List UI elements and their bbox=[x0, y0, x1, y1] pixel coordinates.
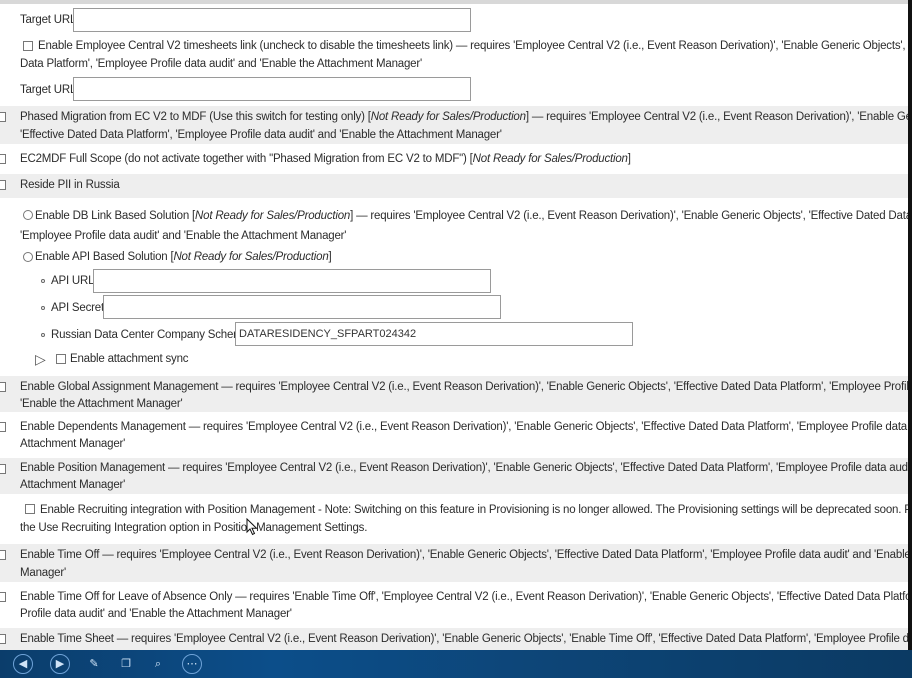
time-off-text-line2: Manager' bbox=[20, 567, 66, 579]
provisioning-settings-page: Target URL Enable Employee Central V2 ti… bbox=[0, 0, 908, 650]
global-assignment-checkbox[interactable] bbox=[0, 382, 6, 392]
ec2mdf-checkbox[interactable] bbox=[0, 154, 6, 164]
top-cut-strip bbox=[0, 0, 908, 4]
dependents-checkbox[interactable] bbox=[0, 422, 6, 432]
more-icon[interactable]: ⋯ bbox=[182, 654, 202, 674]
time-sheet-checkbox[interactable] bbox=[0, 634, 6, 644]
schema-row: Russian Data Center Company Schema bbox=[0, 322, 908, 348]
reside-pii-row: Reside PII in Russia bbox=[0, 174, 908, 198]
pointer-arrow-icon: ▷ bbox=[35, 351, 46, 367]
db-link-text-line2: 'Employee Profile data audit' and 'Enabl… bbox=[20, 230, 347, 242]
db-link-row: Enable DB Link Based Solution [Not Ready… bbox=[0, 206, 908, 246]
ec-timesheets-text-line2: Data Platform', 'Employee Profile data a… bbox=[20, 58, 422, 70]
mouse-cursor-icon bbox=[246, 518, 258, 536]
api-secret-label: API Secret bbox=[51, 302, 104, 314]
time-off-loa-row: Enable Time Off for Leave of Absence Onl… bbox=[0, 586, 908, 624]
api-solution-row: Enable API Based Solution [Not Ready for… bbox=[0, 248, 908, 268]
phased-migration-text-line2: 'Effective Dated Data Platform', 'Employ… bbox=[20, 129, 502, 141]
global-assignment-text-line1: Enable Global Assignment Management — re… bbox=[20, 381, 908, 393]
ec-timesheets-row: Enable Employee Central V2 timesheets li… bbox=[0, 36, 908, 74]
bullet-icon bbox=[41, 306, 45, 310]
position-management-text-line1: Enable Position Management — requires 'E… bbox=[20, 462, 908, 474]
target-url-label: Target URL bbox=[20, 84, 77, 96]
schema-label: Russian Data Center Company Schema bbox=[51, 329, 249, 341]
time-sheet-text-line1: Enable Time Sheet — requires 'Employee C… bbox=[20, 633, 908, 645]
time-sheet-row: Enable Time Sheet — requires 'Employee C… bbox=[0, 628, 908, 650]
phased-migration-checkbox[interactable] bbox=[0, 112, 6, 122]
dependents-text-line2: Attachment Manager' bbox=[20, 438, 126, 450]
api-solution-text: Enable API Based Solution [Not Ready for… bbox=[35, 251, 332, 263]
back-icon[interactable]: ◀ bbox=[13, 654, 33, 674]
recruiting-integration-text-line1: Enable Recruiting integration with Posit… bbox=[40, 504, 908, 516]
target-url-input-2[interactable] bbox=[73, 77, 471, 101]
api-url-label: API URL bbox=[51, 275, 95, 287]
bullet-icon bbox=[41, 333, 45, 337]
position-management-text-line2: Attachment Manager' bbox=[20, 479, 126, 491]
schema-input[interactable] bbox=[235, 322, 633, 346]
dependents-row: Enable Dependents Management — requires … bbox=[0, 416, 908, 454]
attachment-sync-row: ▷ Enable attachment sync bbox=[0, 350, 908, 372]
dependents-text-line1: Enable Dependents Management — requires … bbox=[20, 421, 908, 433]
time-off-loa-checkbox[interactable] bbox=[0, 592, 6, 602]
phased-migration-text-line1: Phased Migration from EC V2 to MDF (Use … bbox=[20, 111, 908, 123]
time-off-checkbox[interactable] bbox=[0, 550, 6, 560]
ec2mdf-row: EC2MDF Full Scope (do not activate toget… bbox=[0, 148, 908, 172]
phased-migration-row: Phased Migration from EC V2 to MDF (Use … bbox=[0, 106, 908, 144]
time-off-loa-text-line1: Enable Time Off for Leave of Absence Onl… bbox=[20, 591, 908, 603]
position-management-row: Enable Position Management — requires 'E… bbox=[0, 458, 908, 494]
recruiting-integration-checkbox[interactable] bbox=[25, 504, 35, 514]
target-url-row-2: Target URL bbox=[0, 76, 908, 102]
api-url-input[interactable] bbox=[93, 269, 491, 293]
recruiting-integration-text-line2: the Use Recruiting Integration option in… bbox=[20, 522, 368, 534]
target-url-row-1: Target URL bbox=[0, 6, 908, 32]
db-link-text-line1: Enable DB Link Based Solution [Not Ready… bbox=[35, 210, 908, 222]
api-secret-row: API Secret bbox=[0, 295, 908, 321]
time-off-text-line1: Enable Time Off — requires 'Employee Cen… bbox=[20, 549, 908, 561]
db-link-radio[interactable] bbox=[23, 210, 33, 220]
reside-pii-checkbox[interactable] bbox=[0, 180, 6, 190]
api-secret-input[interactable] bbox=[103, 295, 501, 319]
bullet-icon bbox=[41, 279, 45, 283]
attachment-sync-checkbox[interactable] bbox=[56, 354, 66, 364]
global-assignment-text-line2: 'Enable the Attachment Manager' bbox=[20, 398, 183, 410]
target-url-label: Target URL bbox=[20, 14, 77, 26]
video-player-toolbar: ◀ ▶ ✎ ❐ ⌕ ⋯ bbox=[0, 650, 912, 678]
pen-icon[interactable]: ✎ bbox=[84, 654, 104, 674]
screen-edge bbox=[908, 0, 912, 650]
reside-pii-label: Reside PII in Russia bbox=[20, 179, 120, 191]
api-url-row: API URL bbox=[0, 268, 908, 294]
copy-icon[interactable]: ❐ bbox=[116, 654, 136, 674]
forward-icon[interactable]: ▶ bbox=[50, 654, 70, 674]
global-assignment-row: Enable Global Assignment Management — re… bbox=[0, 376, 908, 412]
ec-timesheets-text-line1: Enable Employee Central V2 timesheets li… bbox=[38, 40, 908, 52]
target-url-input-1[interactable] bbox=[73, 8, 471, 32]
time-off-loa-text-line2: Profile data audit' and 'Enable the Atta… bbox=[20, 608, 292, 620]
time-off-row: Enable Time Off — requires 'Employee Cen… bbox=[0, 544, 908, 582]
zoom-icon[interactable]: ⌕ bbox=[148, 654, 168, 674]
ec2mdf-text: EC2MDF Full Scope (do not activate toget… bbox=[20, 153, 631, 165]
position-management-checkbox[interactable] bbox=[0, 464, 6, 474]
attachment-sync-label: Enable attachment sync bbox=[70, 353, 189, 365]
api-solution-radio[interactable] bbox=[23, 252, 33, 262]
recruiting-integration-row: Enable Recruiting integration with Posit… bbox=[0, 498, 908, 538]
ec-timesheets-checkbox[interactable] bbox=[23, 41, 33, 51]
